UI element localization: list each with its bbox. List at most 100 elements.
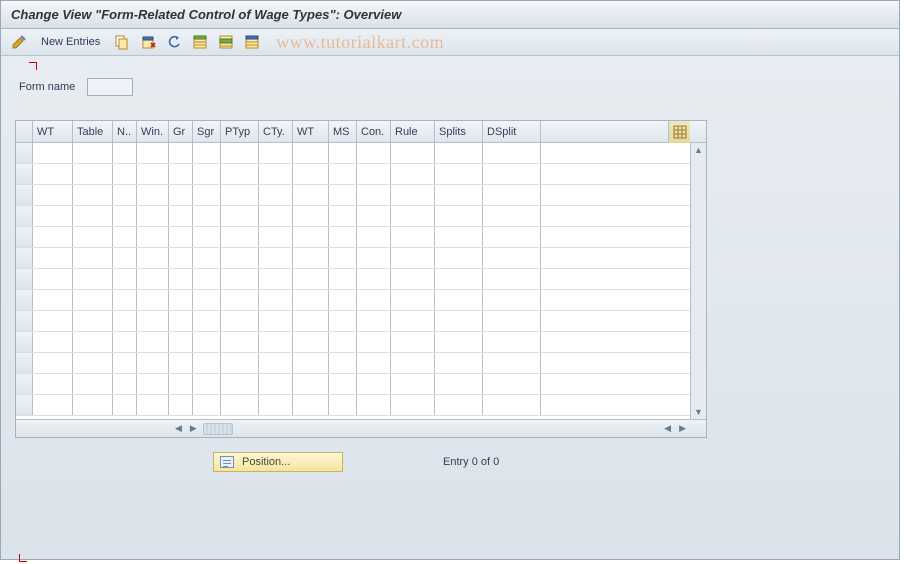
cell-win[interactable]: [137, 206, 169, 226]
cell-n[interactable]: [113, 269, 137, 289]
cell-gr[interactable]: [169, 353, 193, 373]
cell-gr[interactable]: [169, 332, 193, 352]
cell-ptyp[interactable]: [221, 395, 259, 415]
cell-gr[interactable]: [169, 143, 193, 163]
row-selector[interactable]: [16, 353, 33, 373]
cell-win[interactable]: [137, 332, 169, 352]
table-row[interactable]: [16, 311, 706, 332]
cell-wt2[interactable]: [293, 227, 329, 247]
delete-button[interactable]: [136, 32, 160, 52]
cell-gr[interactable]: [169, 248, 193, 268]
cell-con[interactable]: [357, 185, 391, 205]
cell-gr[interactable]: [169, 227, 193, 247]
cell-ms[interactable]: [329, 311, 357, 331]
select-block-button[interactable]: [214, 32, 238, 52]
cell-rule[interactable]: [391, 290, 435, 310]
row-selector[interactable]: [16, 395, 33, 415]
cell-sgr[interactable]: [193, 353, 221, 373]
cell-wt1[interactable]: [33, 248, 73, 268]
cell-con[interactable]: [357, 374, 391, 394]
cell-cty[interactable]: [259, 143, 293, 163]
cell-rule[interactable]: [391, 248, 435, 268]
cell-gr[interactable]: [169, 164, 193, 184]
cell-wt2[interactable]: [293, 269, 329, 289]
cell-wt1[interactable]: [33, 353, 73, 373]
row-selector[interactable]: [16, 311, 33, 331]
horizontal-scrollbar[interactable]: ◀ ▶ ◀ ▶: [16, 419, 706, 437]
row-selector[interactable]: [16, 374, 33, 394]
row-selector[interactable]: [16, 185, 33, 205]
cell-sgr[interactable]: [193, 290, 221, 310]
cell-con[interactable]: [357, 395, 391, 415]
cell-ms[interactable]: [329, 227, 357, 247]
cell-win[interactable]: [137, 374, 169, 394]
cell-wt2[interactable]: [293, 185, 329, 205]
cell-wt1[interactable]: [33, 206, 73, 226]
cell-win[interactable]: [137, 248, 169, 268]
cell-con[interactable]: [357, 227, 391, 247]
cell-win[interactable]: [137, 164, 169, 184]
cell-con[interactable]: [357, 248, 391, 268]
table-row[interactable]: [16, 395, 706, 416]
table-row[interactable]: [16, 185, 706, 206]
cell-dsplit[interactable]: [483, 353, 541, 373]
cell-win[interactable]: [137, 269, 169, 289]
cell-wt1[interactable]: [33, 374, 73, 394]
cell-ms[interactable]: [329, 164, 357, 184]
cell-wt1[interactable]: [33, 164, 73, 184]
cell-cty[interactable]: [259, 374, 293, 394]
cell-con[interactable]: [357, 164, 391, 184]
cell-cty[interactable]: [259, 311, 293, 331]
cell-table[interactable]: [73, 395, 113, 415]
cell-sgr[interactable]: [193, 332, 221, 352]
cell-ptyp[interactable]: [221, 269, 259, 289]
form-name-input[interactable]: [87, 78, 133, 96]
cell-rule[interactable]: [391, 374, 435, 394]
cell-cty[interactable]: [259, 269, 293, 289]
cell-dsplit[interactable]: [483, 227, 541, 247]
cell-ms[interactable]: [329, 353, 357, 373]
row-selector[interactable]: [16, 164, 33, 184]
row-selector[interactable]: [16, 143, 33, 163]
cell-dsplit[interactable]: [483, 332, 541, 352]
table-row[interactable]: [16, 332, 706, 353]
table-row[interactable]: [16, 206, 706, 227]
column-header-win[interactable]: Win.: [137, 121, 169, 142]
cell-ptyp[interactable]: [221, 227, 259, 247]
cell-sgr[interactable]: [193, 395, 221, 415]
cell-sgr[interactable]: [193, 374, 221, 394]
row-selector[interactable]: [16, 269, 33, 289]
cell-table[interactable]: [73, 164, 113, 184]
cell-cty[interactable]: [259, 248, 293, 268]
cell-ms[interactable]: [329, 269, 357, 289]
cell-sgr[interactable]: [193, 227, 221, 247]
column-header-n[interactable]: N..: [113, 121, 137, 142]
cell-splits[interactable]: [435, 143, 483, 163]
cell-wt1[interactable]: [33, 269, 73, 289]
cell-gr[interactable]: [169, 206, 193, 226]
cell-gr[interactable]: [169, 395, 193, 415]
cell-gr[interactable]: [169, 290, 193, 310]
cell-wt1[interactable]: [33, 227, 73, 247]
cell-ptyp[interactable]: [221, 353, 259, 373]
cell-wt2[interactable]: [293, 248, 329, 268]
cell-splits[interactable]: [435, 290, 483, 310]
cell-wt2[interactable]: [293, 395, 329, 415]
cell-sgr[interactable]: [193, 269, 221, 289]
cell-n[interactable]: [113, 395, 137, 415]
cell-dsplit[interactable]: [483, 248, 541, 268]
cell-n[interactable]: [113, 143, 137, 163]
cell-dsplit[interactable]: [483, 206, 541, 226]
cell-table[interactable]: [73, 332, 113, 352]
cell-win[interactable]: [137, 143, 169, 163]
hscroll-thumb[interactable]: [203, 423, 233, 435]
cell-n[interactable]: [113, 290, 137, 310]
cell-wt1[interactable]: [33, 395, 73, 415]
cell-n[interactable]: [113, 227, 137, 247]
row-selector[interactable]: [16, 248, 33, 268]
row-selector[interactable]: [16, 227, 33, 247]
toggle-display-change-button[interactable]: [7, 32, 31, 52]
cell-wt1[interactable]: [33, 143, 73, 163]
cell-splits[interactable]: [435, 353, 483, 373]
cell-sgr[interactable]: [193, 185, 221, 205]
